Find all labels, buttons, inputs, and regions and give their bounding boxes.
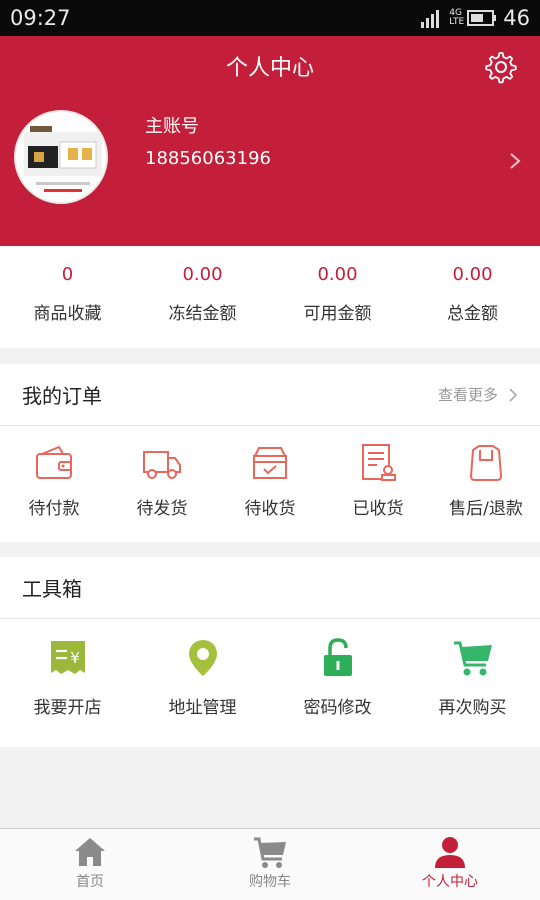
box-icon: [253, 447, 287, 479]
tool-label: 再次购买: [438, 698, 507, 718]
tool-label: 地址管理: [168, 698, 237, 718]
tab-label: 购物车: [249, 874, 291, 890]
bottom-tab-bar: 首页 购物车 个人中心: [0, 828, 540, 900]
order-label: 售后/退款: [449, 499, 523, 519]
tool-address[interactable]: 地址管理: [135, 619, 270, 747]
stat-total[interactable]: 0.00 总金额: [405, 246, 540, 348]
orders-section-header: 我的订单 查看更多: [0, 364, 540, 426]
avatar[interactable]: [14, 110, 108, 204]
battery-level: 46: [503, 6, 530, 30]
stat-value: 0.00: [452, 264, 493, 285]
svg-text:¥: ¥: [70, 649, 80, 667]
home-icon: [75, 838, 105, 866]
signal-icon: [421, 10, 440, 28]
cart-icon: [453, 641, 492, 676]
tool-password[interactable]: 密码修改: [270, 619, 405, 747]
toolbox-title: 工具箱: [22, 577, 82, 601]
receipt-icon: [362, 444, 396, 481]
stat-label: 商品收藏: [33, 304, 102, 324]
tab-label: 个人中心: [422, 874, 478, 890]
location-pin-icon: [188, 640, 217, 676]
tool-open-shop[interactable]: ¥ 我要开店: [0, 619, 135, 747]
gear-icon[interactable]: [484, 50, 518, 84]
avatar-image: [16, 112, 106, 202]
user-icon: [435, 837, 465, 868]
shop-receipt-icon: ¥: [50, 641, 85, 674]
order-after-sales[interactable]: 售后/退款: [432, 426, 540, 542]
cart-icon: [254, 837, 286, 868]
order-received[interactable]: 已收货: [324, 426, 432, 542]
stat-favorites[interactable]: 0 商品收藏: [0, 246, 135, 348]
toolbox-section-header: 工具箱: [0, 557, 540, 619]
status-bar: 09:27 4G LTE 46: [0, 0, 540, 36]
tab-cart[interactable]: 购物车: [180, 829, 360, 900]
battery-icon: [467, 10, 497, 26]
stat-frozen[interactable]: 0.00 冻结金额: [135, 246, 270, 348]
order-pending-receipt[interactable]: 待收货: [216, 426, 324, 542]
account-stats: 0 商品收藏 0.00 冻结金额 0.00 可用金额 0.00 总金额: [0, 246, 540, 348]
stat-label: 可用金额: [303, 304, 372, 324]
status-time: 09:27: [10, 6, 71, 30]
tab-label: 首页: [76, 874, 104, 890]
order-pending-shipment[interactable]: 待发货: [108, 426, 216, 542]
status-indicators: 4G LTE 46: [421, 6, 530, 30]
return-bag-icon: [469, 445, 503, 481]
wallet-icon: [36, 445, 72, 479]
profile-header: 个人中心 主账号 18856063196: [0, 36, 540, 246]
stat-available[interactable]: 0.00 可用金额: [270, 246, 405, 348]
stat-label: 冻结金额: [168, 304, 237, 324]
toolbox-row: ¥ 我要开店 地址管理 密码修改 再次购买: [0, 619, 540, 747]
tool-buy-again[interactable]: 再次购买: [405, 619, 540, 747]
order-label: 已收货: [352, 499, 404, 519]
tab-home[interactable]: 首页: [0, 829, 180, 900]
network-type: 4G LTE: [449, 8, 465, 27]
account-phone: 18856063196: [145, 148, 271, 169]
account-label: 主账号: [145, 116, 199, 137]
view-more-label: 查看更多: [437, 386, 498, 404]
lock-icon: [323, 638, 352, 676]
page-title: 个人中心: [225, 56, 314, 81]
tool-label: 我要开店: [33, 698, 102, 718]
stat-label: 总金额: [447, 304, 498, 324]
chevron-right-icon[interactable]: [508, 150, 522, 172]
order-pending-payment[interactable]: 待付款: [0, 426, 108, 542]
order-label: 待付款: [28, 499, 80, 519]
order-status-row: 待付款 待发货 待收货 已收货 售后/退款: [0, 426, 540, 542]
tool-label: 密码修改: [303, 698, 372, 718]
stat-value: 0: [61, 264, 74, 285]
orders-title: 我的订单: [22, 384, 102, 408]
truck-icon: [143, 451, 181, 479]
stat-value: 0.00: [182, 264, 223, 285]
stat-value: 0.00: [317, 264, 358, 285]
chevron-right-icon: [509, 387, 518, 402]
tab-profile[interactable]: 个人中心: [360, 829, 540, 900]
order-label: 待收货: [244, 499, 296, 519]
view-more-link[interactable]: 查看更多: [438, 384, 518, 405]
order-label: 待发货: [136, 499, 188, 519]
